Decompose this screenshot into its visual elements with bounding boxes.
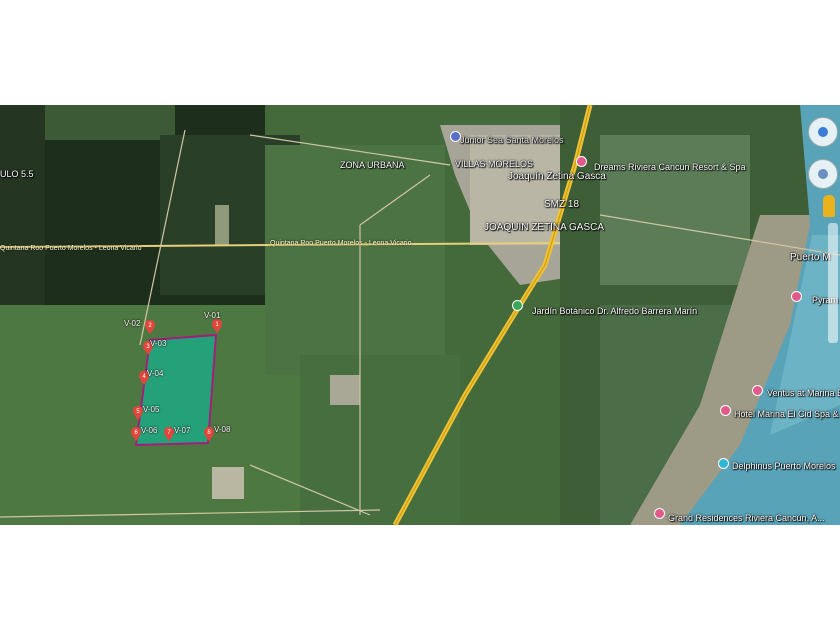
road-label-highway-west: Quintana Roo Puerto Morelos - Leona Vica… — [0, 245, 142, 252]
road-label-highway-center: Quintana Roo Puerto Morelos - Leona Vica… — [270, 240, 412, 247]
place-label-smz: SMZ 18 — [544, 199, 580, 210]
vertex-label-v02: V-02 — [124, 319, 141, 328]
vertex-pin-2[interactable]: 2 — [145, 320, 155, 334]
vertex-label-v07: V-07 — [174, 426, 191, 435]
vertex-pin-8[interactable]: 8 — [204, 427, 214, 441]
zoom-slider[interactable] — [828, 223, 838, 343]
pan-arrows-icon — [818, 169, 828, 179]
poi-pin-jardin[interactable] — [512, 300, 523, 311]
place-label-joaquin-upper: JOAQUIN ZETINA GASCA — [484, 222, 605, 233]
look-around-icon — [818, 127, 828, 137]
satellite-map[interactable]: ULO 5.5 Quintana Roo Puerto Morelos - Le… — [0, 105, 840, 525]
vertex-label-v04: V-04 — [147, 369, 164, 378]
pan-control[interactable] — [808, 159, 838, 189]
poi-label-delphinus[interactable]: Delphinus Puerto Morelos — [732, 461, 836, 471]
poi-pin-pyramid[interactable] — [791, 291, 802, 302]
vertex-label-v03: V-03 — [150, 339, 167, 348]
poi-pin-dreams[interactable] — [576, 156, 587, 167]
poi-pin-delphinus[interactable] — [718, 458, 729, 469]
vertex-pin-1[interactable]: 1 — [212, 319, 222, 333]
poi-label-ventus[interactable]: Ventus at Marina El C — [767, 388, 840, 398]
vertex-pin-7[interactable]: 7 — [164, 427, 174, 441]
poi-pin-junior[interactable] — [450, 131, 461, 142]
poi-pin-ventus[interactable] — [752, 385, 763, 396]
place-label-puerto: Puerto M — [790, 252, 831, 263]
place-label-zona-urbana: ZONA URBANA — [340, 160, 405, 170]
vertex-pin-5[interactable]: 5 — [133, 406, 143, 420]
street-view-pegman-icon[interactable] — [823, 195, 835, 217]
vertex-label-v01: V-01 — [204, 311, 221, 320]
poi-pin-hotel-marina[interactable] — [720, 405, 731, 416]
place-label-ulo: ULO 5.5 — [0, 169, 34, 179]
vertex-pin-6[interactable]: 6 — [131, 427, 141, 441]
poi-label-jardin[interactable]: Jardín Botánico Dr. Alfredo Barrera Marí… — [532, 306, 697, 316]
poi-pin-grand[interactable] — [654, 508, 665, 519]
poi-label-dreams[interactable]: Dreams Riviera Cancun Resort & Spa — [594, 162, 746, 172]
compass-control[interactable] — [808, 117, 838, 147]
vertex-label-v05: V-05 — [143, 405, 160, 414]
vertex-label-v06: V-06 — [141, 426, 158, 435]
place-label-junior: Junior Sea Santa Morelos — [460, 135, 564, 145]
poi-label-grand[interactable]: Grand Residences Riviera Cancún, A... — [668, 513, 825, 523]
place-label-villas: VILLAS MORELOS — [455, 159, 534, 169]
vertex-label-v08: V-08 — [214, 425, 231, 434]
place-label-joaquin: Joaquín Zetina Gasca — [508, 171, 606, 182]
poi-label-hotel-marina[interactable]: Hotel Marina El Cid Spa & Be — [734, 409, 840, 419]
